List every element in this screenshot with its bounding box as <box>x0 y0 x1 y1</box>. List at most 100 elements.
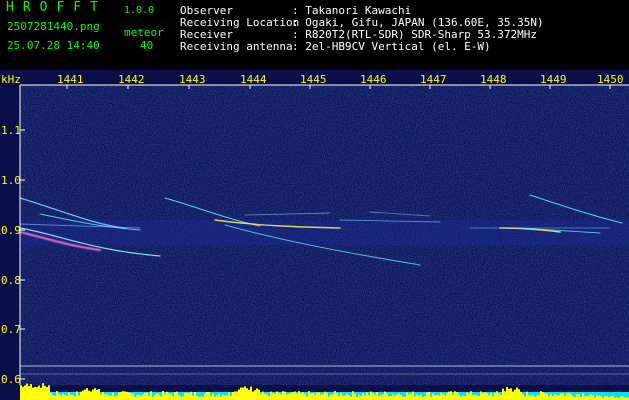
level-bar <box>530 395 532 400</box>
level-bar <box>172 396 174 400</box>
spectrogram: 1441 1442 1443 1444 1445 1446 1447 1448 … <box>0 70 629 400</box>
y-tick-label: 0.9 <box>1 224 21 237</box>
level-bar <box>222 394 224 400</box>
level-bar <box>120 391 122 400</box>
level-bar <box>528 394 530 400</box>
level-bar <box>54 395 56 400</box>
level-bar <box>52 395 54 400</box>
level-bar <box>184 392 186 400</box>
level-bar <box>278 392 280 400</box>
level-bar <box>408 394 410 400</box>
level-bar <box>122 391 124 400</box>
y-tick-label: 1.1 <box>1 124 21 137</box>
level-bar <box>592 395 594 400</box>
level-bar <box>490 393 492 400</box>
level-bar <box>148 395 150 400</box>
level-bar <box>166 391 168 400</box>
level-bar <box>108 395 110 400</box>
level-bar <box>102 391 104 400</box>
level-bar <box>382 394 384 400</box>
level-bar <box>448 391 450 400</box>
level-bar <box>458 394 460 400</box>
level-bar <box>358 394 360 400</box>
level-bar <box>324 391 326 400</box>
level-bar <box>494 392 496 400</box>
level-bar <box>378 395 380 400</box>
level-bar <box>542 392 544 400</box>
level-bar <box>348 395 350 400</box>
level-bar <box>280 394 282 400</box>
level-bar <box>196 395 198 400</box>
level-bar <box>620 396 622 400</box>
level-bar <box>22 386 24 400</box>
level-bar <box>392 394 394 400</box>
level-bar <box>94 388 96 400</box>
level-bar <box>56 391 58 400</box>
level-bar <box>40 387 42 400</box>
level-bar <box>488 395 490 400</box>
level-bar <box>604 396 606 400</box>
level-bar <box>444 395 446 400</box>
level-bar <box>270 391 272 400</box>
level-bar <box>292 392 294 400</box>
level-bar <box>154 394 156 400</box>
level-bar <box>50 392 52 400</box>
level-bar <box>24 385 26 400</box>
level-bar <box>170 394 172 400</box>
level-bar <box>524 396 526 400</box>
level-bar <box>156 393 158 400</box>
level-bar <box>568 393 570 400</box>
x-tick-label: 1445 <box>300 73 327 86</box>
level-bar <box>88 390 90 400</box>
level-bar <box>560 393 562 400</box>
level-bar <box>46 387 48 400</box>
level-bar <box>116 395 118 400</box>
level-bar <box>406 392 408 400</box>
x-tick-label: 1444 <box>240 73 267 86</box>
level-bar <box>600 396 602 400</box>
y-tick-label: 1.0 <box>1 174 21 187</box>
level-bar <box>216 395 218 400</box>
level-bar <box>512 391 514 400</box>
level-bar <box>514 389 516 400</box>
level-bar <box>294 391 296 400</box>
level-bar <box>44 385 46 400</box>
level-bar <box>320 393 322 400</box>
level-bar <box>396 394 398 400</box>
level-bar <box>330 394 332 400</box>
level-bar <box>336 393 338 400</box>
level-bar <box>516 387 518 400</box>
level-bar <box>540 391 542 400</box>
level-bar <box>138 394 140 400</box>
level-bar <box>296 393 298 400</box>
level-bar <box>346 393 348 400</box>
y-tick-label: 0.8 <box>1 274 21 287</box>
level-bar <box>480 391 482 400</box>
level-bar <box>126 391 128 400</box>
level-bar <box>590 394 592 400</box>
level-bar <box>366 392 368 400</box>
level-bar <box>28 385 30 400</box>
level-bar <box>104 394 106 400</box>
level-bar <box>190 391 192 400</box>
level-bar <box>452 394 454 400</box>
level-bar <box>318 392 320 400</box>
level-bar <box>260 393 262 400</box>
level-bar <box>84 389 86 400</box>
level-bar <box>32 387 34 400</box>
level-bar <box>236 391 238 400</box>
level-bar <box>272 393 274 400</box>
level-bar <box>72 394 74 400</box>
level-bar <box>316 392 318 400</box>
level-bar <box>340 392 342 400</box>
level-bar <box>446 393 448 400</box>
level-bar <box>566 393 568 400</box>
level-bar <box>304 394 306 400</box>
level-bar <box>178 395 180 400</box>
y-tick-label: 0.6 <box>1 373 21 386</box>
level-bar <box>386 393 388 400</box>
level-bar <box>332 394 334 400</box>
level-bar <box>98 389 100 400</box>
level-bar <box>132 393 134 400</box>
level-bar <box>188 393 190 400</box>
